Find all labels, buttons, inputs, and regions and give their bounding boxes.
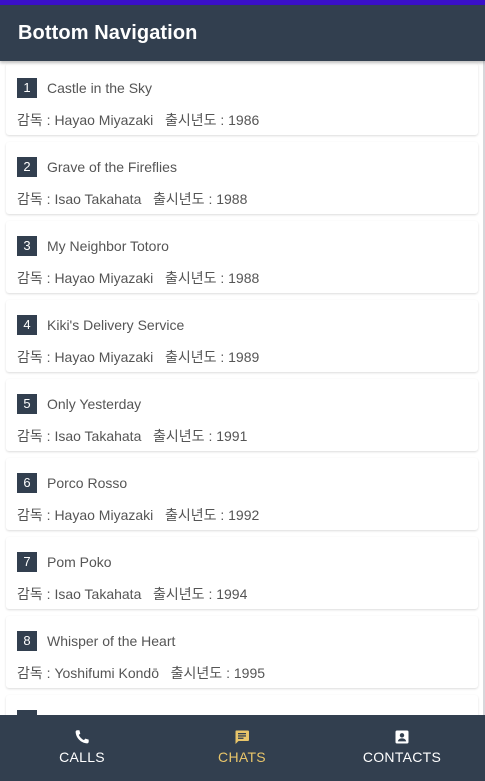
phone-icon (75, 730, 89, 744)
movie-title: Whisper of the Heart (47, 633, 176, 649)
year-label: 출시년도 : (164, 112, 229, 128)
list-item[interactable]: 8 Whisper of the Heart 감독 : Yoshifumi Kond… (6, 616, 478, 688)
director-name: Yoshifumi Kondō (54, 665, 159, 681)
movie-title: Kiki's Delivery Service (47, 317, 185, 333)
director-name: Isao Takahata (54, 428, 142, 444)
meta-gap (141, 428, 153, 444)
meta-gap (159, 665, 171, 681)
chat-icon (235, 730, 249, 744)
release-year: 1995 (233, 665, 266, 681)
director-label: 감독 : (17, 191, 55, 207)
movie-title: Grave of the Fireflies (47, 159, 177, 175)
nav-label-calls: CALLS (59, 749, 105, 765)
release-year: 1994 (216, 586, 248, 602)
list-item[interactable]: 6 Porco Rosso 감독 : Hayao Miyazaki 출시년도 : 1… (6, 458, 478, 530)
item-number-badge: 8 (17, 631, 37, 651)
director-name: Hayao Miyazaki (54, 112, 154, 128)
director-label: 감독 : (17, 428, 55, 444)
page-title: Bottom Navigation (18, 22, 198, 44)
year-label: 출시년도 : (164, 349, 229, 365)
movie-meta: 감독 : Yoshifumi Kondō 출시년도 : 1995 (17, 663, 265, 683)
director-name: Hayao Miyazaki (54, 270, 154, 286)
contact-card-icon (395, 730, 409, 744)
movie-meta: 감독 : Hayao Miyazaki 출시년도 : 1989 (17, 347, 259, 367)
director-label: 감독 : (17, 665, 55, 681)
meta-gap (141, 191, 153, 207)
item-number-badge: 3 (17, 236, 37, 256)
movie-meta: 감독 : Hayao Miyazaki 출시년도 : 1992 (17, 505, 259, 525)
movie-title: Only Yesterday (47, 396, 142, 412)
meta-gap (153, 349, 165, 365)
nav-label-contacts: CONTACTS (362, 749, 442, 765)
movie-meta: 감독 : Hayao Miyazaki 출시년도 : 1988 (17, 268, 259, 288)
movie-title: Castle in the Sky (47, 80, 153, 96)
meta-gap (153, 507, 165, 523)
nav-label-chats: CHATS (218, 749, 266, 765)
movie-meta: 감독 : Hayao Miyazaki 출시년도 : 1986 (17, 110, 259, 130)
list-item[interactable]: 3 My Neighbor Totoro 감독 : Hayao Miyazaki 출… (6, 221, 478, 293)
list-background: 1 Castle in the Sky 감독 : Hayao Miyazaki 출시… (0, 61, 485, 715)
nav-item-calls[interactable]: CALLS (22, 715, 142, 781)
year-label: 출시년도 : (153, 586, 217, 602)
movie-meta: 감독 : Isao Takahata 출시년도 : 1994 (17, 584, 247, 604)
list-item[interactable]: 7 Pom Poko 감독 : Isao Takahata 출시년도 : 1994 (6, 537, 478, 609)
list-item[interactable]: 1 Castle in the Sky 감독 : Hayao Miyazaki 출시… (6, 63, 478, 135)
director-name: Isao Takahata (54, 586, 142, 602)
year-label: 출시년도 : (164, 507, 229, 523)
director-label: 감독 : (17, 507, 55, 523)
director-label: 감독 : (17, 349, 55, 365)
year-label: 출시년도 : (153, 191, 217, 207)
release-year: 1992 (228, 507, 260, 523)
list-item[interactable]: 4 Kiki's Delivery Service 감독 : Hayao Miyaz… (6, 300, 478, 372)
item-number-badge: 1 (17, 78, 37, 98)
release-year: 1988 (228, 270, 260, 286)
list-item[interactable]: 2 Grave of the Fireflies 감독 : Isao Takahat… (6, 142, 478, 214)
release-year: 1991 (216, 428, 248, 444)
movie-meta: 감독 : Isao Takahata 출시년도 : 1988 (17, 189, 247, 209)
item-number-badge: 2 (17, 157, 37, 177)
director-label: 감독 : (17, 270, 55, 286)
year-label: 출시년도 : (164, 270, 229, 286)
director-name: Hayao Miyazaki (54, 507, 154, 523)
release-year: 1989 (228, 349, 260, 365)
director-label: 감독 : (17, 112, 55, 128)
movie-list[interactable]: 1 Castle in the Sky 감독 : Hayao Miyazaki 출시… (0, 61, 485, 715)
year-label: 출시년도 : (170, 665, 234, 681)
nav-item-contacts[interactable]: CONTACTS (342, 715, 462, 781)
item-number-badge: 7 (17, 552, 37, 572)
meta-gap (153, 270, 165, 286)
meta-gap (153, 112, 165, 128)
director-name: Isao Takahata (54, 191, 142, 207)
movie-title: My Neighbor Totoro (47, 238, 169, 254)
release-year: 1988 (216, 191, 248, 207)
director-name: Hayao Miyazaki (54, 349, 154, 365)
director-label: 감독 : (17, 586, 55, 602)
release-year: 1986 (228, 112, 260, 128)
item-number-badge: 5 (17, 394, 37, 414)
year-label: 출시년도 : (153, 428, 217, 444)
movie-title: Porco Rosso (47, 475, 128, 491)
item-number-badge: 6 (17, 473, 37, 493)
bottom-navigation: CALLS CHATS CONTACTS (0, 715, 485, 781)
app-bar: Bottom Navigation (0, 5, 485, 61)
list-item[interactable]: 9Princess Mononoke감독 : Hayao Miyazaki 출시… (6, 695, 478, 715)
item-number-badge: 4 (17, 315, 37, 335)
list-item[interactable]: 5 Only Yesterday 감독 : Isao Takahata 출시년도 :… (6, 379, 478, 451)
movie-meta: 감독 : Isao Takahata 출시년도 : 1991 (17, 426, 247, 446)
nav-item-chats[interactable]: CHATS (182, 715, 302, 781)
meta-gap (141, 586, 153, 602)
movie-title: Pom Poko (47, 554, 112, 570)
